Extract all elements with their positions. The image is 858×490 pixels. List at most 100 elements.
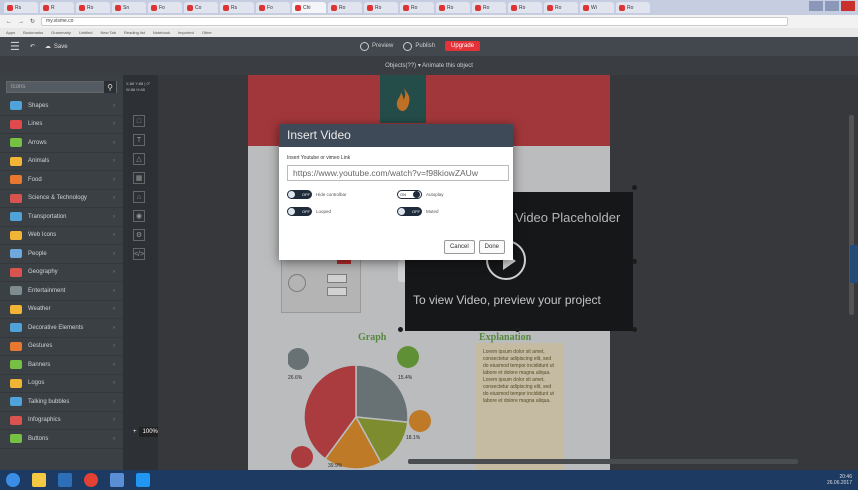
sidebar-item[interactable]: Arrows › (0, 134, 123, 153)
shape-tool-icon[interactable]: △ (133, 153, 145, 165)
browser-tab[interactable]: Ro (472, 2, 506, 13)
preview-button[interactable]: Preview (360, 41, 393, 51)
chart-tool-icon[interactable]: ⌂ (133, 191, 145, 203)
url-field[interactable]: my.visme.co (41, 17, 788, 26)
sidebar-item[interactable]: Animals › (0, 153, 123, 171)
sidebar-item[interactable]: Geography › (0, 264, 123, 282)
browser-tab[interactable]: Ro (616, 2, 650, 13)
code-tool-icon[interactable]: </> (133, 248, 145, 260)
reload-icon[interactable]: ↻ (30, 18, 35, 25)
menu-icon[interactable]: ☰ (10, 40, 20, 53)
sidebar-item[interactable]: Transportation › (0, 208, 123, 227)
bookmark-link[interactable]: Untitled (79, 30, 93, 35)
browser-tab[interactable]: Ro (544, 2, 578, 13)
browser-tab[interactable]: Fo (256, 2, 290, 13)
cancel-button[interactable]: Cancel (443, 240, 475, 254)
sidebar-item[interactable]: Logos › (0, 375, 123, 393)
sidebar-item[interactable]: Web Icons › (0, 227, 123, 245)
forward-icon[interactable]: → (18, 19, 24, 25)
browser-tab[interactable]: Rs (4, 2, 38, 13)
app-header: ☰ ↶ ☁ Save Preview Publish Upgrade Objec… (0, 37, 858, 75)
sidebar-item[interactable]: Buttons › (0, 430, 123, 449)
publish-icon (403, 41, 413, 51)
pie-chart[interactable]: 26.6% 15.4% 18.1% 39.9% (288, 339, 463, 470)
photoshop-icon[interactable] (58, 473, 72, 487)
video-url-input[interactable]: https://www.youtube.com/watch?v=f98kiowZ… (287, 165, 509, 181)
bookmark-link[interactable]: Notebook (153, 30, 170, 35)
toggle-switch[interactable]: OFF (287, 207, 312, 216)
clock-date: 26.06.2017 (826, 480, 852, 486)
resize-handle[interactable] (632, 259, 637, 264)
resize-handle[interactable] (398, 327, 403, 332)
resize-handle[interactable] (632, 327, 637, 332)
skype-icon[interactable] (136, 473, 150, 487)
sidebar-item[interactable]: Gestures › (0, 338, 123, 356)
image-tool-icon[interactable]: ▦ (133, 172, 145, 184)
bookmark-link[interactable]: Bookmarks (23, 30, 43, 35)
side-panel-tab[interactable] (850, 245, 858, 283)
browser-tab[interactable]: Fo (148, 2, 182, 13)
explanation-title[interactable]: Explanation (479, 332, 531, 343)
bookmark-link[interactable]: Apps (6, 30, 15, 35)
bookmark-link[interactable]: New Tab (100, 30, 116, 35)
undo-icon[interactable]: ↶ (30, 43, 35, 50)
browser-tab[interactable]: Ro (76, 2, 110, 13)
explanation-text[interactable]: Lorem ipsum dolor sit amet, consectetur … (475, 343, 563, 470)
sidebar-item[interactable]: Lines › (0, 116, 123, 134)
explorer-icon[interactable] (32, 473, 46, 487)
object-toolbar-label[interactable]: Objects(??) ▾ Animate this object (385, 62, 473, 69)
sidebar-item[interactable]: Science & Technology › (0, 190, 123, 208)
save-button[interactable]: ☁ Save (45, 43, 68, 51)
close-icon[interactable] (841, 1, 855, 11)
bookmark-link[interactable]: Reading list (124, 30, 145, 35)
search-input[interactable]: Icons (11, 84, 25, 90)
publish-button[interactable]: Publish (403, 41, 435, 51)
done-button[interactable]: Done (478, 240, 505, 254)
upgrade-button[interactable]: Upgrade (445, 41, 481, 51)
widget-tool-icon[interactable]: ⚙ (133, 229, 145, 241)
text-tool-icon[interactable]: T (133, 134, 145, 146)
chrome-icon[interactable] (84, 473, 98, 487)
browser-tab[interactable]: Ro (328, 2, 362, 13)
browser-tab[interactable]: Ro (400, 2, 434, 13)
back-icon[interactable]: ← (6, 19, 12, 25)
toggle-switch[interactable]: OFF (287, 190, 312, 199)
browser-tab[interactable]: R (40, 2, 74, 13)
pie-slice[interactable] (355, 364, 409, 424)
search-box[interactable]: Icons ⚲ (6, 81, 117, 93)
browser-tab[interactable]: Sn (112, 2, 146, 13)
browser-tab[interactable]: Rs (220, 2, 254, 13)
search-icon[interactable]: ⚲ (104, 81, 116, 93)
resize-handle[interactable] (515, 327, 520, 332)
sidebar-item[interactable]: People › (0, 245, 123, 264)
media-tool-icon[interactable]: ◉ (133, 210, 145, 222)
start-icon[interactable] (6, 473, 20, 487)
browser-tab[interactable]: Ro (508, 2, 542, 13)
sidebar-item[interactable]: Infographics › (0, 412, 123, 430)
bookmark-link[interactable]: Imported (178, 30, 194, 35)
sidebar-item[interactable]: Banners › (0, 356, 123, 375)
resize-handle[interactable] (632, 185, 637, 190)
browser-tab[interactable]: Wi (580, 2, 614, 13)
toggle-switch[interactable]: ON (397, 190, 422, 199)
browser-tab[interactable]: Ro (364, 2, 398, 13)
bookmark-link[interactable]: Grammarly (51, 30, 71, 35)
sidebar-item[interactable]: Weather › (0, 301, 123, 319)
toggle-switch[interactable]: OFF (397, 207, 422, 216)
browser-tab[interactable]: Co (184, 2, 218, 13)
browser-tab[interactable]: Ro (436, 2, 470, 13)
window-icon[interactable] (110, 473, 124, 487)
horizontal-scrollbar[interactable] (408, 459, 798, 464)
bookmark-link[interactable]: Other (202, 30, 212, 35)
vertical-scrollbar[interactable] (849, 115, 854, 315)
sidebar-item[interactable]: Entertainment › (0, 282, 123, 301)
select-tool-icon[interactable]: □ (133, 115, 145, 127)
maximize-icon[interactable] (825, 1, 839, 11)
minimize-icon[interactable] (809, 1, 823, 11)
sidebar-item[interactable]: Food › (0, 171, 123, 190)
sidebar-item[interactable]: Shapes › (0, 97, 123, 116)
browser-tab[interactable]: Chi (292, 2, 326, 13)
sidebar-item[interactable]: Decorative Elements › (0, 319, 123, 338)
sidebar-item[interactable]: Talking bubbles › (0, 393, 123, 412)
zoom-in-icon[interactable]: + (133, 429, 137, 435)
